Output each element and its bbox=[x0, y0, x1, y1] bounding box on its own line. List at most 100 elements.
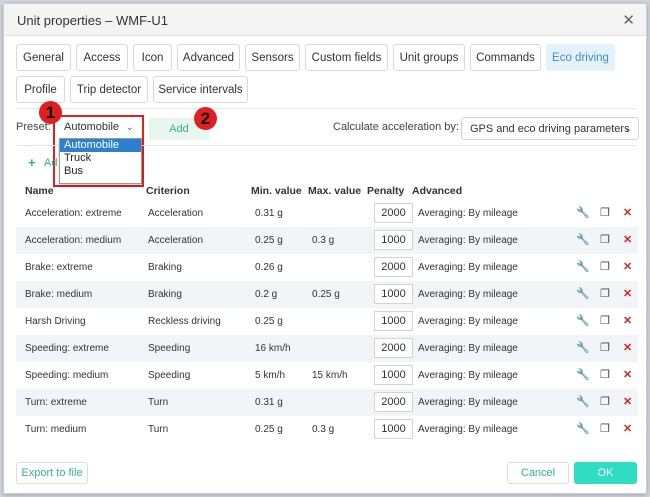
delete-icon[interactable]: ✕ bbox=[623, 341, 632, 354]
penalty-input[interactable]: 1000 bbox=[374, 230, 413, 250]
copy-icon[interactable]: ❐ bbox=[600, 260, 610, 273]
cell-min: 0.25 g bbox=[255, 235, 283, 246]
cell-criterion: Acceleration bbox=[148, 208, 204, 219]
tab-eco-driving[interactable]: Eco driving bbox=[546, 44, 615, 71]
wrench-icon[interactable]: 🔧 bbox=[576, 233, 590, 246]
penalty-input[interactable]: 2000 bbox=[374, 257, 413, 277]
column-header-name: Name bbox=[25, 185, 54, 197]
copy-icon[interactable]: ❐ bbox=[600, 206, 610, 219]
cell-name: Harsh Driving bbox=[25, 316, 86, 327]
copy-icon[interactable]: ❐ bbox=[600, 395, 610, 408]
table-row: Acceleration: extreme Acceleration 0.31 … bbox=[16, 200, 638, 227]
cell-criterion: Acceleration bbox=[148, 235, 204, 246]
cell-max: 0.3 g bbox=[312, 424, 335, 435]
cell-advanced: Averaging: By mileage bbox=[418, 343, 518, 354]
plus-icon[interactable]: + bbox=[28, 155, 36, 170]
column-header-criterion: Criterion bbox=[146, 185, 190, 197]
delete-icon[interactable]: ✕ bbox=[623, 368, 632, 381]
cell-name: Turn: extreme bbox=[25, 397, 87, 408]
copy-icon[interactable]: ❐ bbox=[600, 341, 610, 354]
tab-access[interactable]: Access bbox=[76, 44, 128, 71]
copy-icon[interactable]: ❐ bbox=[600, 422, 610, 435]
table-row: Harsh Driving Reckless driving 0.25 g 10… bbox=[16, 308, 638, 335]
wrench-icon[interactable]: 🔧 bbox=[576, 314, 590, 327]
copy-icon[interactable]: ❐ bbox=[600, 314, 610, 327]
cell-max: 15 km/h bbox=[312, 370, 348, 381]
penalty-input[interactable]: 1000 bbox=[374, 419, 413, 439]
penalty-input[interactable]: 1000 bbox=[374, 365, 413, 385]
cell-criterion: Turn bbox=[148, 397, 169, 408]
cell-min: 0.2 g bbox=[255, 289, 278, 300]
cancel-button[interactable]: Cancel bbox=[507, 462, 569, 484]
tab-icon[interactable]: Icon bbox=[133, 44, 172, 71]
table-row: Brake: extreme Braking 0.26 g 2000 Avera… bbox=[16, 254, 638, 281]
delete-icon[interactable]: ✕ bbox=[623, 287, 632, 300]
tab-trip-detector[interactable]: Trip detector bbox=[70, 76, 148, 103]
penalty-input[interactable]: 1000 bbox=[374, 311, 413, 331]
cell-advanced: Averaging: By mileage bbox=[418, 235, 518, 246]
table-row: Acceleration: medium Acceleration 0.25 g… bbox=[16, 227, 638, 254]
preset-option-automobile[interactable]: Automobile bbox=[60, 139, 141, 152]
delete-icon[interactable]: ✕ bbox=[623, 422, 632, 435]
table-row: Turn: medium Turn 0.25 g 0.3 g 1000 Aver… bbox=[16, 416, 638, 443]
cell-criterion: Reckless driving bbox=[148, 316, 221, 327]
table-row: Speeding: medium Speeding 5 km/h 15 km/h… bbox=[16, 362, 638, 389]
unit-properties-dialog: Unit properties – WMF-U1 ✕ General Acces… bbox=[3, 3, 647, 494]
tab-unit-groups[interactable]: Unit groups bbox=[393, 44, 465, 71]
wrench-icon[interactable]: 🔧 bbox=[576, 206, 590, 219]
annotation-badge-2: 2 bbox=[194, 107, 217, 130]
cell-min: 0.25 g bbox=[255, 424, 283, 435]
penalty-input[interactable]: 2000 bbox=[374, 338, 413, 358]
wrench-icon[interactable]: 🔧 bbox=[576, 422, 590, 435]
cell-advanced: Averaging: By mileage bbox=[418, 262, 518, 273]
tab-sensors[interactable]: Sensors bbox=[245, 44, 300, 71]
table-row: Speeding: extreme Speeding 16 km/h 2000 … bbox=[16, 335, 638, 362]
tab-custom-fields[interactable]: Custom fields bbox=[305, 44, 388, 71]
copy-icon[interactable]: ❐ bbox=[600, 368, 610, 381]
tab-profile[interactable]: Profile bbox=[16, 76, 65, 103]
column-header-penalty: Penalty bbox=[367, 185, 405, 197]
cell-advanced: Averaging: By mileage bbox=[418, 316, 518, 327]
close-icon[interactable]: ✕ bbox=[622, 11, 635, 29]
acceleration-value: GPS and eco driving parameters bbox=[470, 122, 630, 135]
wrench-icon[interactable]: 🔧 bbox=[576, 287, 590, 300]
wrench-icon[interactable]: 🔧 bbox=[576, 341, 590, 354]
cell-name: Acceleration: medium bbox=[25, 235, 122, 246]
penalty-input[interactable]: 2000 bbox=[374, 203, 413, 223]
tab-general[interactable]: General bbox=[16, 44, 71, 71]
tab-commands[interactable]: Commands bbox=[470, 44, 541, 71]
preset-option-bus[interactable]: Bus bbox=[60, 165, 141, 178]
cell-name: Acceleration: extreme bbox=[25, 208, 122, 219]
cell-max: 0.3 g bbox=[312, 235, 335, 246]
ok-button[interactable]: OK bbox=[574, 462, 637, 484]
penalty-input[interactable]: 2000 bbox=[374, 392, 413, 412]
column-header-max: Max. value bbox=[308, 185, 362, 197]
wrench-icon[interactable]: 🔧 bbox=[576, 368, 590, 381]
cell-criterion: Speeding bbox=[148, 343, 191, 354]
penalty-input[interactable]: 1000 bbox=[374, 284, 413, 304]
add-criterion-link[interactable]: Ad bbox=[44, 157, 57, 169]
cell-name: Brake: medium bbox=[25, 289, 93, 300]
export-to-file-button[interactable]: Export to file bbox=[16, 462, 88, 484]
delete-icon[interactable]: ✕ bbox=[623, 395, 632, 408]
delete-icon[interactable]: ✕ bbox=[623, 206, 632, 219]
cell-name: Brake: extreme bbox=[25, 262, 93, 273]
delete-icon[interactable]: ✕ bbox=[623, 314, 632, 327]
chevron-down-icon: ⌄ bbox=[624, 123, 632, 133]
tab-advanced[interactable]: Advanced bbox=[177, 44, 240, 71]
delete-icon[interactable]: ✕ bbox=[623, 260, 632, 273]
cell-advanced: Averaging: By mileage bbox=[418, 424, 518, 435]
table-row: Turn: extreme Turn 0.31 g 2000 Averaging… bbox=[16, 389, 638, 416]
wrench-icon[interactable]: 🔧 bbox=[576, 260, 590, 273]
copy-icon[interactable]: ❐ bbox=[600, 233, 610, 246]
annotation-badge-1: 1 bbox=[39, 101, 62, 124]
wrench-icon[interactable]: 🔧 bbox=[576, 395, 590, 408]
cell-min: 0.31 g bbox=[255, 208, 283, 219]
delete-icon[interactable]: ✕ bbox=[623, 233, 632, 246]
cell-criterion: Braking bbox=[148, 262, 182, 273]
preset-option-truck[interactable]: Truck bbox=[60, 152, 141, 165]
acceleration-select[interactable]: GPS and eco driving parameters ⌄ bbox=[461, 117, 639, 140]
cell-advanced: Averaging: By mileage bbox=[418, 397, 518, 408]
tab-service-intervals[interactable]: Service intervals bbox=[153, 76, 248, 103]
copy-icon[interactable]: ❐ bbox=[600, 287, 610, 300]
